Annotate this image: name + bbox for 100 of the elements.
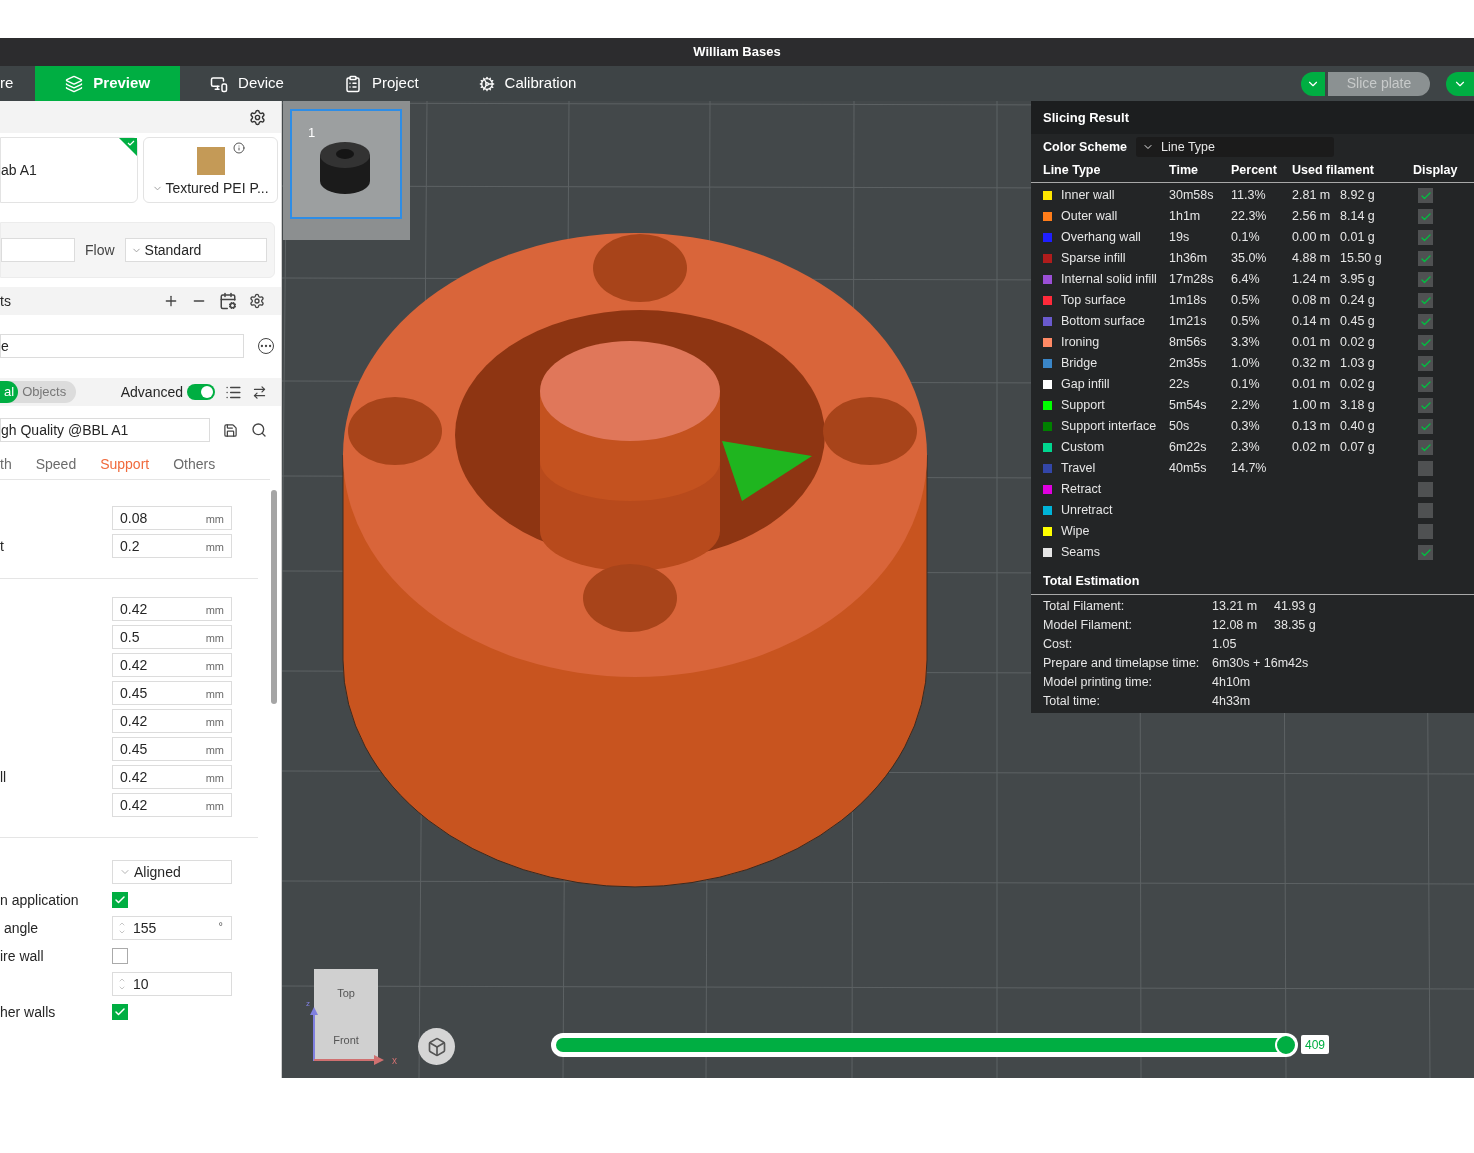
settings-tab[interactable]: th	[0, 454, 12, 475]
number-field[interactable]: 0.42 mm	[112, 709, 232, 733]
search-field[interactable]: e	[0, 334, 244, 358]
percent-value: 2.2%	[1231, 398, 1260, 413]
compare-icon[interactable]	[252, 384, 267, 400]
dropdown[interactable]: Aligned	[112, 860, 232, 884]
weight-value: 0.40 g	[1340, 419, 1375, 434]
cube-icon	[426, 1036, 447, 1057]
line-type-name: Ironing	[1061, 334, 1101, 352]
weight-value: 0.02 g	[1340, 377, 1375, 392]
display-checkbox[interactable]	[1418, 440, 1433, 455]
display-checkbox[interactable]	[1418, 272, 1433, 287]
percent-value: 0.5%	[1231, 314, 1260, 329]
list-icon	[343, 74, 362, 93]
display-checkbox[interactable]	[1418, 377, 1433, 392]
settings-tab[interactable]: Speed	[35, 454, 77, 475]
length-value: 1.00 m	[1292, 398, 1331, 413]
line-type-name: Support interface	[1061, 418, 1158, 436]
display-checkbox[interactable]	[1418, 356, 1433, 371]
slice-dropdown-button[interactable]	[1301, 71, 1325, 96]
printer-card[interactable]: ab A1	[0, 137, 138, 203]
x-axis-arrow	[314, 1055, 384, 1065]
display-checkbox[interactable]	[1418, 335, 1433, 350]
column-header: Line Type	[1043, 162, 1102, 180]
display-checkbox[interactable]	[1418, 209, 1433, 224]
total-value: 12.08 m	[1212, 618, 1258, 633]
display-checkbox[interactable]	[1418, 314, 1433, 329]
search-icon[interactable]	[251, 422, 267, 438]
time-value: 22s	[1169, 377, 1190, 392]
scrollbar[interactable]	[271, 490, 277, 704]
setting-label: ll	[0, 768, 7, 785]
settings-icon[interactable]	[249, 293, 265, 309]
info-icon[interactable]	[233, 142, 245, 154]
number-field[interactable]: 0.42 mm	[112, 793, 232, 817]
spin-field[interactable]: 10	[112, 972, 232, 996]
advanced-toggle[interactable]	[187, 384, 215, 400]
plate-number: 1	[308, 124, 316, 142]
add-icon[interactable]	[163, 293, 179, 309]
weight-value: 8.14 g	[1340, 209, 1375, 224]
plate-card[interactable]: Textured PEI P...	[143, 137, 278, 203]
weight-value: 0.01 g	[1340, 230, 1375, 245]
display-checkbox[interactable]	[1418, 419, 1433, 434]
orient-button[interactable]	[418, 1028, 455, 1065]
line-type-name: Bridge	[1061, 355, 1099, 373]
length-value: 0.02 m	[1292, 440, 1331, 455]
main-tab[interactable]: Device	[180, 66, 314, 101]
number-field[interactable]: 0.08 mm	[112, 506, 232, 530]
layer-number: 409	[1301, 1035, 1330, 1054]
display-checkbox[interactable]	[1418, 188, 1433, 203]
flow-dropdown[interactable]: Standard	[124, 238, 267, 262]
checkbox[interactable]	[112, 948, 128, 964]
advanced-label: Advanced	[120, 382, 183, 402]
display-checkbox[interactable]	[1418, 524, 1433, 539]
display-checkbox[interactable]	[1418, 545, 1433, 560]
main-tab[interactable]: Project	[313, 66, 449, 101]
display-checkbox[interactable]	[1418, 398, 1433, 413]
number-field[interactable]: 0.42 mm	[112, 653, 232, 677]
setting-label: n application	[0, 891, 79, 908]
number-field[interactable]: 0.42 mm	[112, 765, 232, 789]
layer-slider-track[interactable]	[551, 1033, 1298, 1057]
z-axis-arrow	[310, 1007, 318, 1061]
cube-front-label: Front	[333, 1032, 359, 1048]
weight-value: 3.18 g	[1340, 398, 1375, 413]
display-checkbox[interactable]	[1418, 461, 1433, 476]
z-axis-label: z	[306, 998, 310, 1010]
display-checkbox[interactable]	[1418, 293, 1433, 308]
percent-value: 35.0%	[1231, 251, 1267, 266]
main-tab[interactable]: Calibration	[448, 66, 607, 101]
number-field[interactable]: 0.45 mm	[112, 681, 232, 705]
display-checkbox[interactable]	[1418, 503, 1433, 518]
number-field[interactable]: 0.42 mm	[112, 597, 232, 621]
save-icon[interactable]	[223, 422, 238, 438]
display-checkbox[interactable]	[1418, 251, 1433, 266]
settings-tab[interactable]: Others	[173, 454, 216, 475]
checkbox[interactable]	[112, 1004, 128, 1020]
percent-value: 0.1%	[1231, 230, 1260, 245]
view-cube[interactable]: Top Front	[314, 969, 378, 1059]
time-value: 1h1m	[1169, 209, 1201, 224]
layer-slider-thumb[interactable]	[1275, 1034, 1297, 1056]
length-value: 2.81 m	[1292, 188, 1331, 203]
time-value: 5m54s	[1169, 398, 1207, 413]
input-field[interactable]	[1, 238, 75, 262]
time-value: 8m56s	[1169, 335, 1207, 350]
number-field[interactable]: 0.45 mm	[112, 737, 232, 761]
settings-icon[interactable]	[249, 108, 266, 126]
number-field[interactable]: 0.5 mm	[112, 625, 232, 649]
preset-field[interactable]: gh Quality @BBL A1	[0, 418, 210, 442]
display-checkbox[interactable]	[1418, 482, 1433, 497]
percent-value: 11.3%	[1231, 188, 1266, 203]
spin-field[interactable]: 155 °	[112, 916, 232, 940]
print-dropdown-button[interactable]	[1446, 71, 1474, 96]
display-checkbox[interactable]	[1418, 230, 1433, 245]
gear-icon	[478, 75, 495, 92]
percent-value: 14.7%	[1231, 461, 1267, 476]
number-field[interactable]: 0.2 mm	[112, 534, 232, 558]
checkbox[interactable]	[112, 892, 128, 908]
table-gear-icon[interactable]	[219, 292, 237, 310]
color-scheme-dropdown[interactable]: Line Type	[1136, 137, 1334, 157]
weight-value: 0.24 g	[1340, 293, 1375, 308]
main-tab[interactable]: re	[0, 66, 36, 101]
